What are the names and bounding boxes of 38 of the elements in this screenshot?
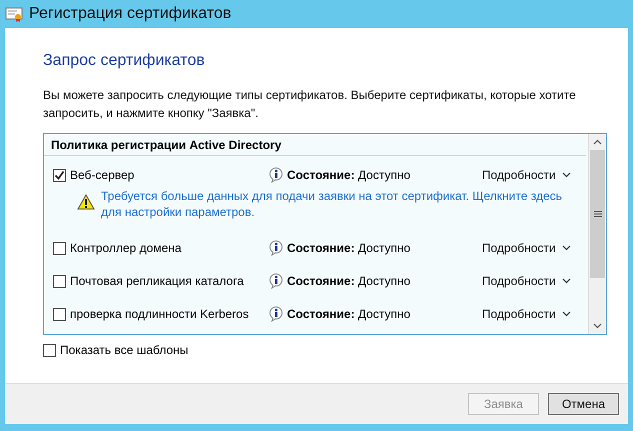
info-icon <box>268 273 284 289</box>
status-text: Состояние: Доступно <box>287 307 410 321</box>
details-link[interactable]: Подробности <box>482 307 571 321</box>
checkbox-label: Показать все шаблоны <box>60 343 188 357</box>
certificate-name: Контроллер домена <box>70 241 182 255</box>
details-link[interactable]: Подробности <box>482 168 571 182</box>
status-text: Состояние: Доступно <box>287 274 410 288</box>
checkbox[interactable] <box>43 344 56 356</box>
page-heading: Запрос сертификатов <box>43 52 206 70</box>
checkbox[interactable] <box>53 168 66 182</box>
chevron-down-icon <box>562 311 571 317</box>
checkbox[interactable] <box>53 242 66 254</box>
checkbox[interactable] <box>53 308 66 320</box>
certificate-name: Веб-сервер <box>70 168 134 182</box>
scroll-up-icon[interactable] <box>593 139 602 145</box>
chevron-down-icon <box>562 172 571 178</box>
info-icon <box>268 306 284 322</box>
details-link[interactable]: Подробности <box>482 274 571 288</box>
certificate-name: Почтовая репликация каталога <box>70 274 244 288</box>
window-title: Регистрация сертификатов <box>29 5 232 23</box>
grip-icon <box>594 211 602 217</box>
certificate-name: проверка подлинности Kerberos <box>70 307 249 321</box>
group-header: Политика регистрации Active Directory <box>44 134 586 156</box>
info-icon <box>268 240 284 256</box>
info-icon <box>268 167 284 183</box>
checkbox[interactable] <box>53 274 66 288</box>
configure-link[interactable]: Требуется больше данных для подачи заявки на этот сертификат. Щелкните здесь для настройки параметров. <box>101 188 571 220</box>
scrollbar[interactable] <box>588 134 606 334</box>
certificate-icon <box>5 6 23 22</box>
status-text: Состояние: Доступно <box>287 168 410 182</box>
scroll-down-icon[interactable] <box>593 323 602 329</box>
chevron-down-icon <box>562 245 571 251</box>
warning-icon <box>77 194 95 210</box>
status-text: Состояние: Доступно <box>287 241 410 255</box>
dialog-button[interactable]: Отмена <box>548 393 619 415</box>
details-link[interactable]: Подробности <box>482 241 571 255</box>
chevron-down-icon <box>562 278 571 284</box>
description-text: Вы можете запросить следующие типы сертификатов. Выберите сертификаты, которые хотите запросить, и нажмите кнопку "Заявка". <box>43 87 577 122</box>
